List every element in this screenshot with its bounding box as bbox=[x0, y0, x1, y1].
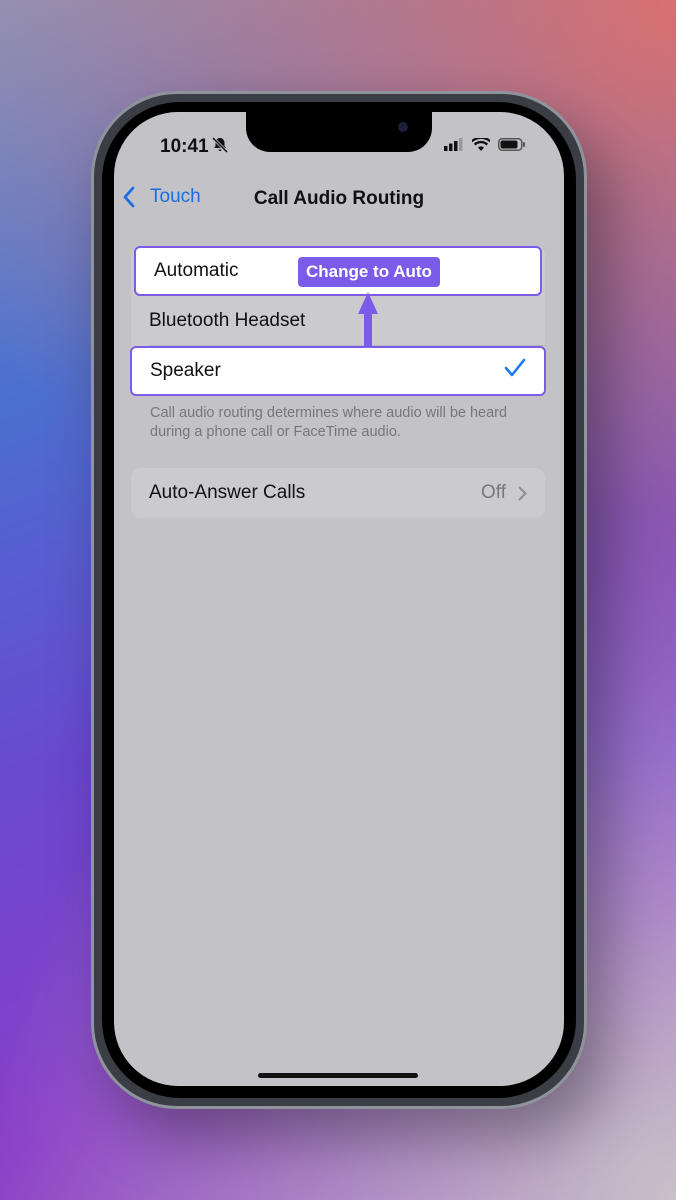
home-indicator[interactable] bbox=[258, 1073, 418, 1078]
auto-answer-calls-row[interactable]: Auto-Answer Calls Off bbox=[131, 468, 545, 518]
status-time: 10:41 bbox=[160, 136, 209, 157]
footer-note: Call audio routing determines where audi… bbox=[150, 405, 508, 440]
option-label: Bluetooth Headset bbox=[149, 310, 306, 331]
camera bbox=[398, 122, 408, 132]
arrow-up-icon bbox=[358, 292, 378, 348]
chevron-right-icon bbox=[518, 486, 527, 500]
option-label: Automatic bbox=[154, 260, 239, 281]
wifi-icon bbox=[472, 138, 490, 151]
screen: 10:41 Touch Call Audio Routing Automatic… bbox=[114, 112, 564, 1086]
row-value: Off bbox=[481, 482, 506, 503]
battery-icon bbox=[498, 138, 525, 151]
auto-answer-group: Auto-Answer Calls Off bbox=[131, 468, 545, 518]
status-icons bbox=[444, 138, 526, 151]
cellular-icon bbox=[444, 138, 463, 151]
option-speaker[interactable]: Speaker bbox=[130, 346, 546, 396]
row-label: Auto-Answer Calls bbox=[149, 482, 306, 503]
page-title: Call Audio Routing bbox=[253, 188, 425, 209]
bell-slash-icon bbox=[211, 136, 229, 156]
checkmark-icon bbox=[504, 357, 526, 385]
option-bluetooth-headset[interactable]: Bluetooth Headset bbox=[131, 296, 545, 346]
notch bbox=[246, 112, 432, 152]
annotation-callout: Change to Auto bbox=[298, 257, 440, 287]
option-label: Speaker bbox=[150, 360, 221, 381]
